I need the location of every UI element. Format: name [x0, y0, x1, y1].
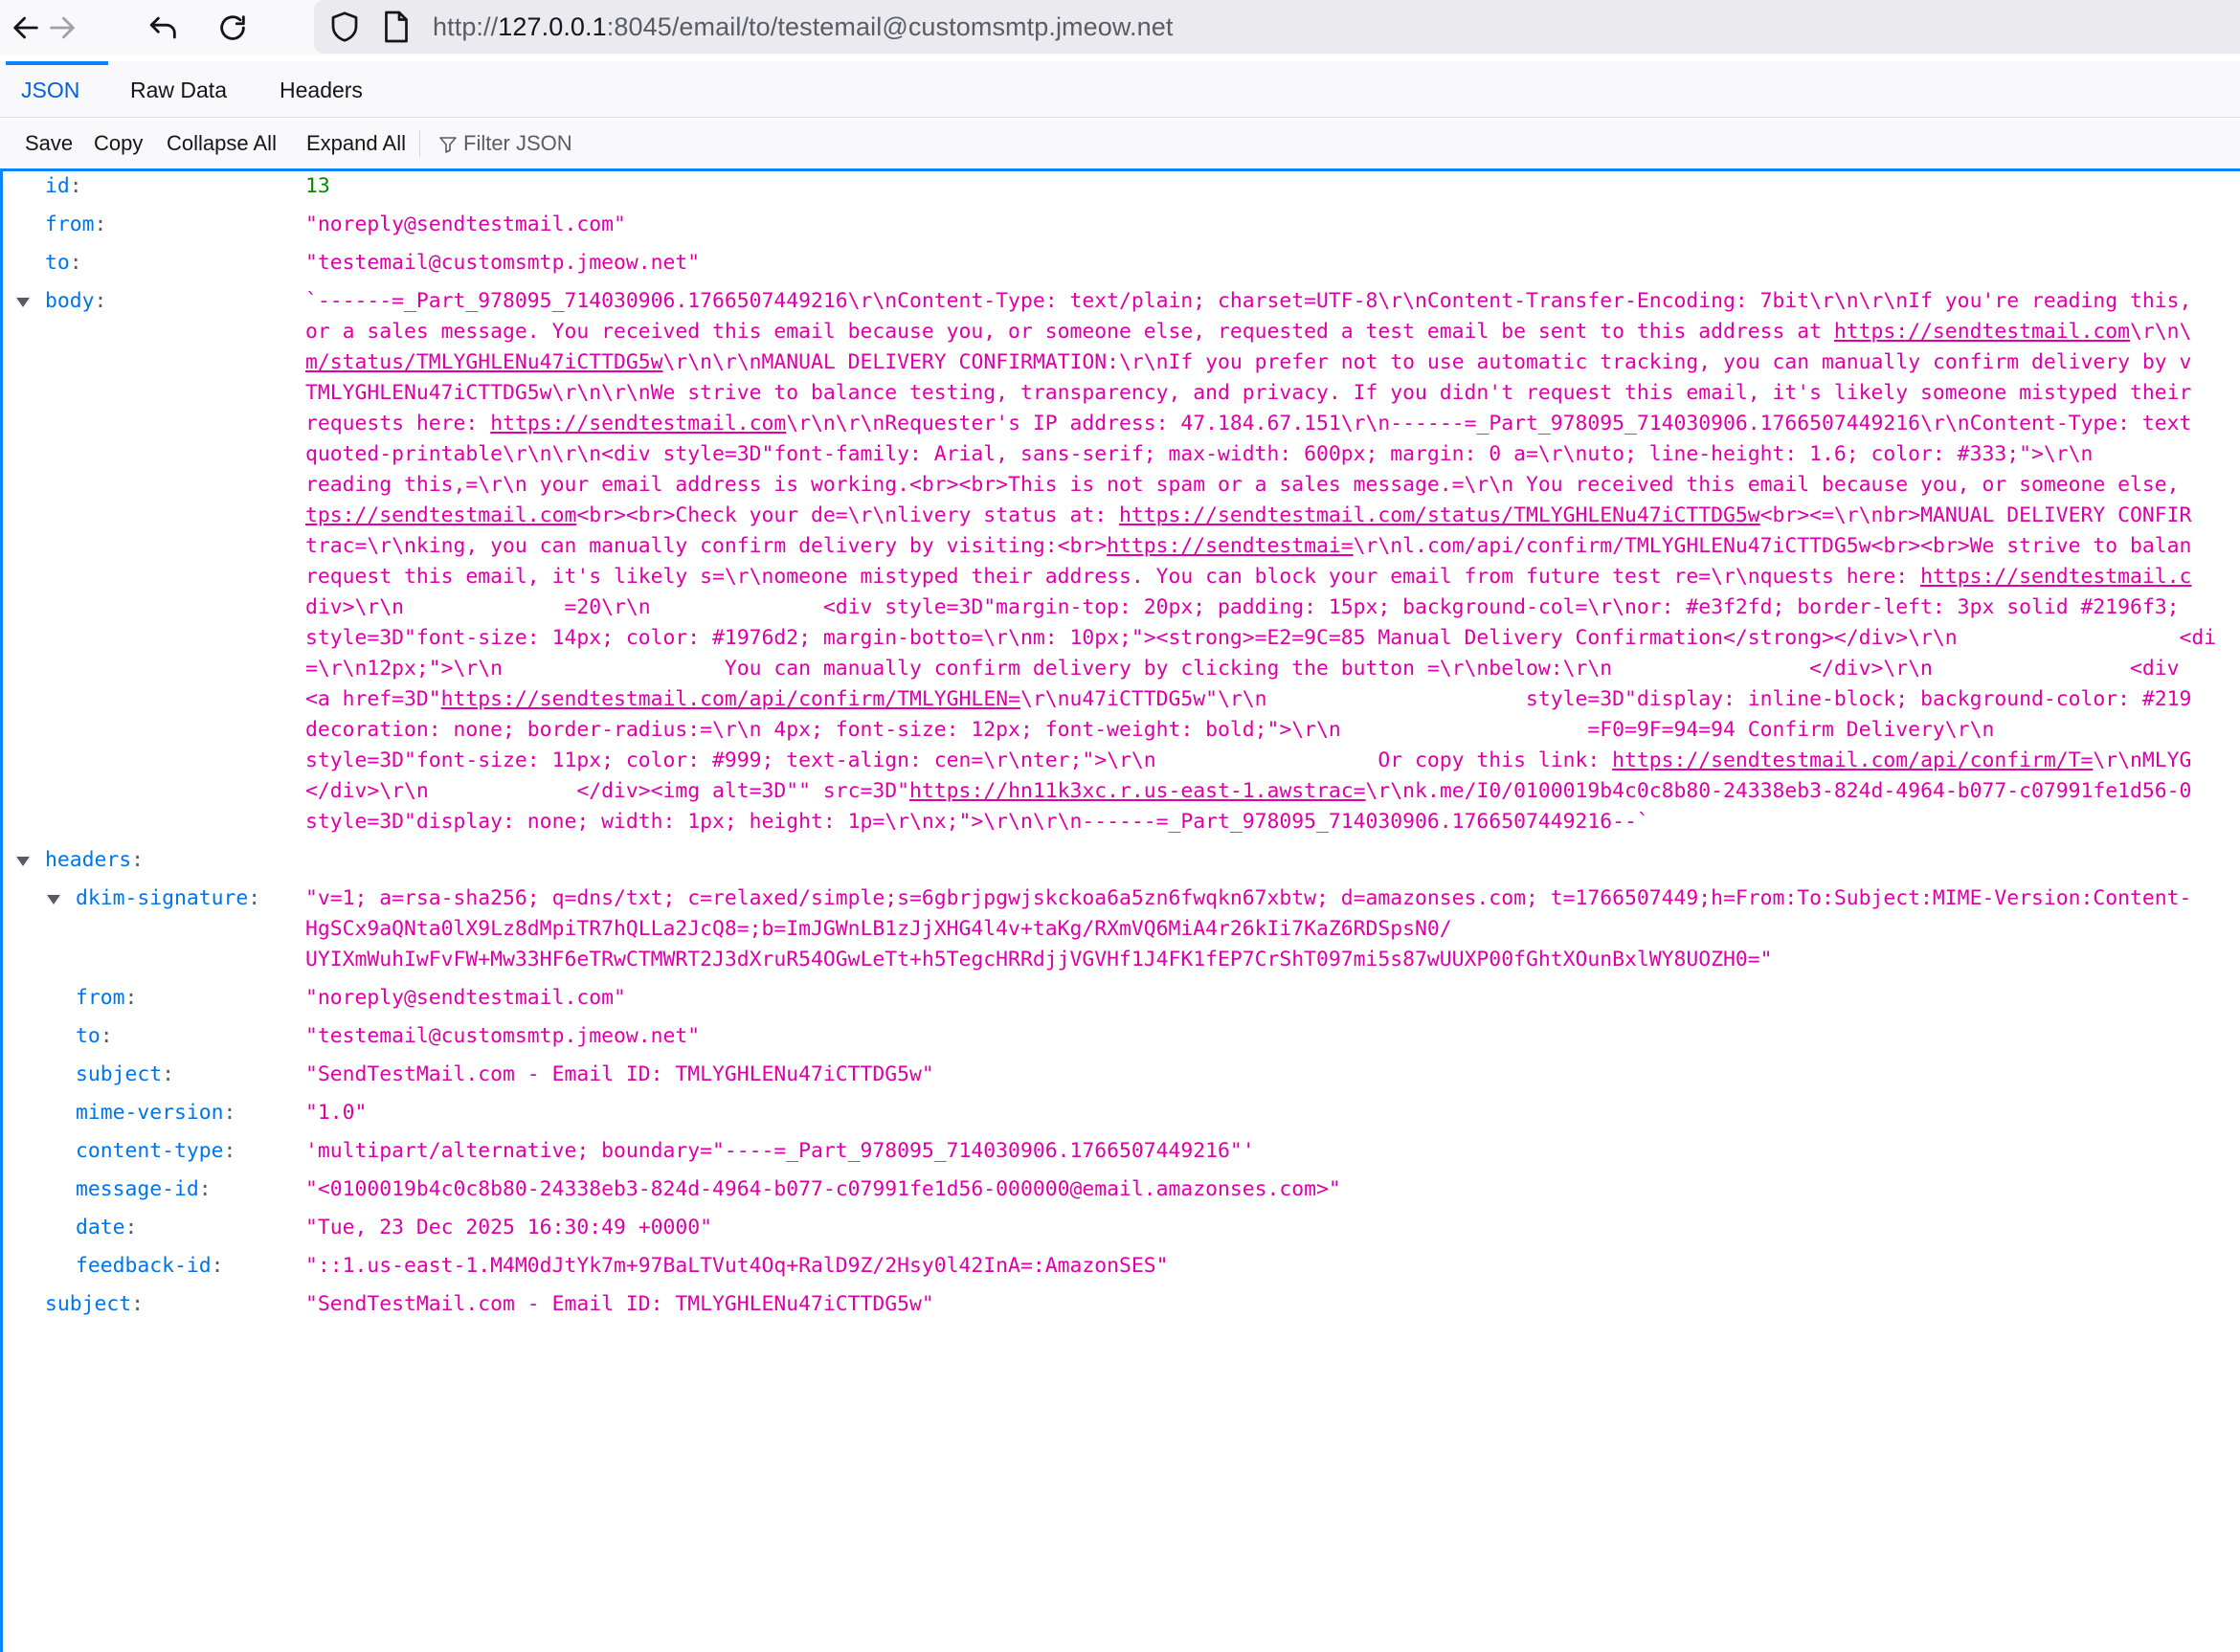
dkim-line: HgSCx9aQNta0lX9Lz8dMpiTR7hQLLa2JcQ8=;b=I… — [305, 917, 1452, 941]
filter-icon — [439, 137, 457, 153]
body-line: reading this,=\r\n your email address is… — [305, 473, 2180, 497]
json-value-header-subject: "SendTestMail.com - Email ID: TMLYGHLENu… — [305, 1062, 934, 1086]
link[interactable]: https://sendtestmai= — [1107, 534, 1354, 558]
json-value-content-type: 'multipart/alternative; boundary="----=_… — [305, 1139, 1255, 1163]
tab-json[interactable]: JSON — [0, 61, 109, 117]
body-line: </div>\r\n </div><img alt=3D"" src=3D"ht… — [305, 779, 2192, 803]
collapse-all-button[interactable]: Collapse All — [163, 126, 280, 161]
json-key: subject: — [45, 1292, 145, 1316]
link[interactable]: m/status/TMLYGHLENu47iCTTDG5w — [305, 350, 662, 374]
undo-button[interactable] — [142, 6, 186, 50]
json-value-header-to: "testemail@customsmtp.jmeow.net" — [305, 1024, 701, 1048]
body-line: <a href=3D"https://sendtestmail.com/api/… — [305, 687, 2192, 711]
json-key: from: — [76, 986, 138, 1010]
body-line: decoration: none; border-radius:=\r\n 4p… — [305, 718, 1995, 742]
json-value-dkim-signature: "v=1; a=rsa-sha256; q=dns/txt; c=relaxed… — [305, 883, 2240, 975]
collapse-body-toggle-icon[interactable] — [16, 298, 30, 307]
json-value-mime-version: "1.0" — [305, 1101, 368, 1125]
json-value-from: "noreply@sendtestmail.com" — [305, 212, 626, 236]
json-key: headers: — [45, 848, 145, 872]
forward-button[interactable] — [40, 6, 84, 50]
json-value-body: `------=_Part_978095_714030906.176650744… — [305, 286, 2240, 837]
collapse-dkim-toggle-icon[interactable] — [47, 895, 60, 904]
link[interactable]: https://sendtestmail.com — [490, 412, 786, 435]
undo-icon — [149, 16, 176, 39]
json-key: body: — [45, 289, 107, 313]
viewer-tabs: JSON Raw Data Headers — [0, 61, 2240, 118]
link[interactable]: https://sendtestmail.c — [1920, 565, 2191, 589]
json-value-message-id: "<0100019b4c0c8b80-24338eb3-824d-4964-b0… — [305, 1177, 1341, 1201]
expand-all-button[interactable]: Expand All — [302, 126, 410, 161]
json-value-date: "Tue, 23 Dec 2025 16:30:49 +0000" — [305, 1216, 712, 1239]
body-line: style=3D"display: none; width: 1px; heig… — [305, 810, 1649, 834]
json-key: feedback-id: — [76, 1254, 224, 1278]
json-tree: id: 13 from: "noreply@sendtestmail.com" … — [0, 171, 2240, 1652]
url-text[interactable]: http://127.0.0.1:8045/email/to/testemail… — [433, 10, 1173, 44]
json-key: id: — [45, 174, 82, 198]
browser-toolbar: http://127.0.0.1:8045/email/to/testemail… — [0, 0, 2240, 56]
body-line: or a sales message. You received this em… — [305, 320, 2192, 344]
copy-button[interactable]: Copy — [90, 126, 146, 161]
filter-box[interactable] — [438, 126, 840, 161]
body-line: TMLYGHLENu47iCTTDG5w\r\n\r\nWe strive to… — [305, 381, 2192, 405]
json-key: message-id: — [76, 1177, 212, 1201]
link[interactable]: https://sendtestmail.com/api/confirm/T= — [1612, 748, 2093, 772]
link[interactable]: tps://sendtestmail.com — [305, 503, 576, 527]
body-line: `------=_Part_978095_714030906.176650744… — [305, 289, 2192, 313]
body-line: quoted-printable\r\n\r\n<div style=3D"fo… — [305, 442, 2094, 466]
json-value-id: 13 — [305, 174, 330, 198]
collapse-headers-toggle-icon[interactable] — [16, 857, 30, 866]
url-path: :8045/email/to/testemail@customsmtp.jmeo… — [606, 12, 1174, 41]
body-line: requests here: https://sendtestmail.com\… — [305, 412, 2192, 435]
shield-icon[interactable] — [327, 10, 362, 44]
arrow-right-icon — [50, 16, 75, 39]
json-toolbar: Save Copy Collapse All Expand All — [0, 119, 2240, 171]
link[interactable]: https://sendtestmail.com/api/confirm/TML… — [441, 687, 1020, 711]
link[interactable]: https://sendtestmail.com/status/TMLYGHLE… — [1119, 503, 1760, 527]
json-value-subject: "SendTestMail.com - Email ID: TMLYGHLENu… — [305, 1292, 934, 1316]
json-key: to: — [45, 251, 82, 275]
json-key: from: — [45, 212, 107, 236]
json-value-feedback-id: "::1.us-east-1.M4M0dJtYk7m+97BaLTVut4Oq+… — [305, 1254, 1169, 1278]
reload-button[interactable] — [211, 6, 255, 50]
body-line: request this email, it's likely s=\r\nom… — [305, 565, 2192, 589]
save-button[interactable]: Save — [21, 126, 77, 161]
link[interactable]: https://hn11k3xc.r.us-east-1.awstrac= — [909, 779, 1366, 803]
json-key: date: — [76, 1216, 138, 1239]
json-key: dkim-signature: — [76, 886, 261, 910]
url-scheme: http:// — [433, 12, 499, 41]
toolbar-divider — [419, 130, 420, 157]
dkim-line: "v=1; a=rsa-sha256; q=dns/txt; c=relaxed… — [305, 886, 2192, 910]
body-line: tps://sendtestmail.com<br><br>Check your… — [305, 503, 2192, 527]
url-host: 127.0.0.1 — [498, 12, 607, 41]
arrow-left-icon — [13, 16, 38, 39]
json-key: subject: — [76, 1062, 175, 1086]
page-icon[interactable] — [381, 10, 412, 44]
dkim-line: UYIXmWuhIwFvFW+Mw33HF6eTRwCTMWRT2J3dXruR… — [305, 948, 1773, 971]
tab-raw-data[interactable]: Raw Data — [109, 61, 248, 117]
body-line: trac=\r\nking, you can manually confirm … — [305, 534, 2192, 558]
json-key: mime-version: — [76, 1101, 236, 1125]
json-value-header-from: "noreply@sendtestmail.com" — [305, 986, 626, 1010]
json-key: to: — [76, 1024, 113, 1048]
body-line: style=3D"font-size: 11px; color: #999; t… — [305, 748, 2192, 772]
body-line: =\r\n12px;">\r\n You can manually confir… — [305, 657, 2180, 681]
url-bar[interactable]: http://127.0.0.1:8045/email/to/testemail… — [314, 0, 2240, 54]
json-key: content-type: — [76, 1139, 236, 1163]
body-line: div>\r\n =20\r\n <div style=3D"margin-to… — [305, 595, 2180, 619]
reload-icon — [220, 15, 245, 40]
json-value-to: "testemail@customsmtp.jmeow.net" — [305, 251, 701, 275]
tab-headers[interactable]: Headers — [258, 61, 384, 117]
filter-json-input[interactable] — [463, 126, 827, 161]
body-line: style=3D"font-size: 14px; color: #1976d2… — [305, 626, 2217, 650]
body-line: m/status/TMLYGHLENu47iCTTDG5w\r\n\r\nMAN… — [305, 350, 2192, 374]
link[interactable]: https://sendtestmail.com — [1834, 320, 2130, 344]
